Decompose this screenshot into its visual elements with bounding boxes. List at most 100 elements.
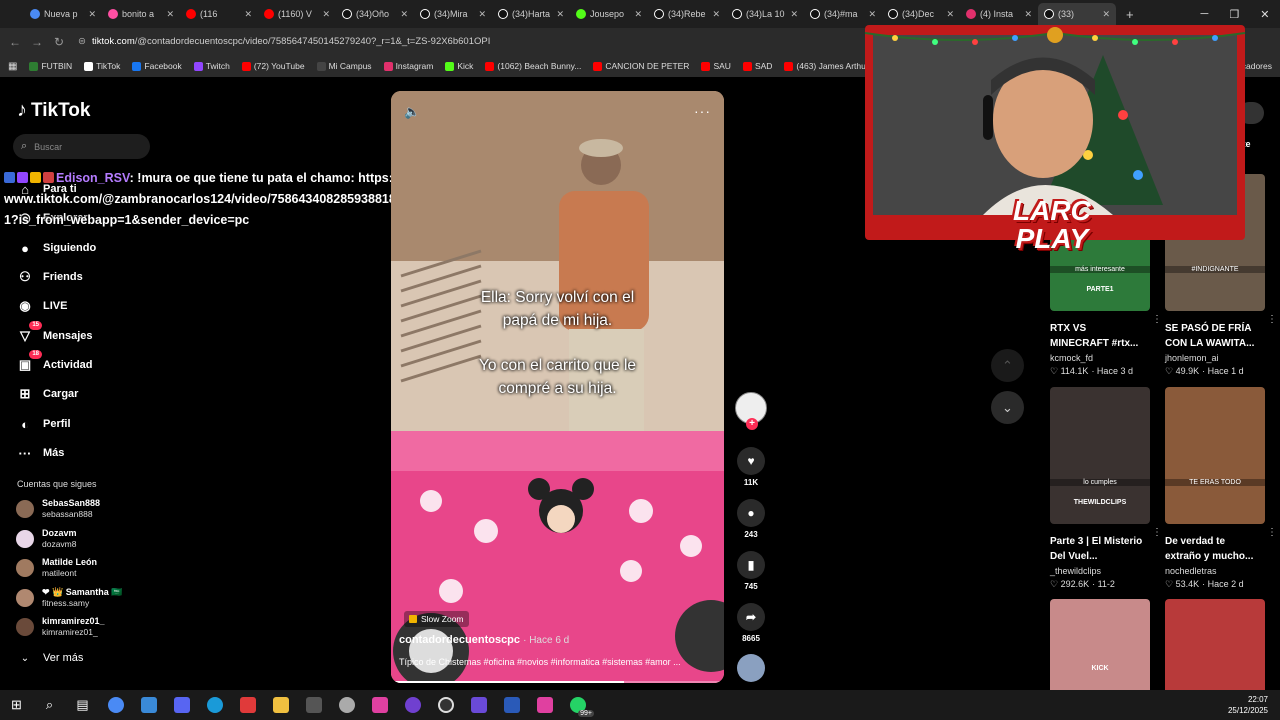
sidebar-item-perfil[interactable]: ◐ Perfil xyxy=(16,415,70,433)
card-more-icon[interactable]: ⋮ xyxy=(1152,314,1162,325)
browser-tab[interactable]: (4) Insta ✕ xyxy=(960,3,1038,25)
sidebar-item-ms[interactable]: ··· Más xyxy=(16,444,65,462)
browser-tab[interactable]: Jousepo ✕ xyxy=(570,3,648,25)
video-card-author[interactable]: jhonlemon_ai xyxy=(1165,353,1269,363)
back-icon[interactable]: ← xyxy=(4,35,26,49)
browser-tab[interactable]: Nueva p ✕ xyxy=(24,3,102,25)
tab-close-icon[interactable]: ✕ xyxy=(868,9,876,20)
tab-close-icon[interactable]: ✕ xyxy=(556,9,564,20)
word-icon[interactable] xyxy=(495,690,528,720)
app-icon[interactable] xyxy=(330,690,363,720)
app-icon[interactable] xyxy=(462,690,495,720)
apps-grid-icon[interactable]: ▦ xyxy=(8,61,17,72)
tab-close-icon[interactable]: ✕ xyxy=(1102,9,1110,20)
sidebar-item-live[interactable]: ◉ LIVE xyxy=(16,297,67,315)
tab-close-icon[interactable]: ✕ xyxy=(634,9,642,20)
chrome-icon[interactable] xyxy=(99,690,132,720)
video-author[interactable]: contadordecuentoscpc · Hace 6 d xyxy=(399,634,569,646)
save-button[interactable]: ▮ 745 xyxy=(733,551,769,591)
video-card-author[interactable]: _thewildclips xyxy=(1050,566,1154,576)
video-card-title[interactable]: RTX VS MINECRAFT #rtx... xyxy=(1050,321,1144,351)
app-icon[interactable] xyxy=(297,690,330,720)
browser-tab[interactable]: (34)Harta ✕ xyxy=(492,3,570,25)
see-more-button[interactable]: ⌄ Ver más xyxy=(16,649,84,667)
browser-tab[interactable]: (34)Dec ✕ xyxy=(882,3,960,25)
browser-tab[interactable]: bonito a ✕ xyxy=(102,3,180,25)
video-progress[interactable] xyxy=(391,681,724,683)
sidebar-item-siguiendo[interactable]: ● Siguiendo xyxy=(16,239,96,257)
browser-tab[interactable]: (34)Rebe ✕ xyxy=(648,3,726,25)
tab-close-icon[interactable]: ✕ xyxy=(400,9,408,20)
taskbar-search-icon[interactable]: ⌕ xyxy=(33,690,66,720)
store-icon[interactable] xyxy=(132,690,165,720)
search-input[interactable]: ⌕ Buscar xyxy=(13,134,150,159)
app-icon[interactable] xyxy=(528,690,561,720)
browser-tab[interactable]: (33) ✕ xyxy=(1038,3,1116,25)
sidebar-item-mensajes[interactable]: ▽ 15 Mensajes xyxy=(16,321,93,345)
tab-close-icon[interactable]: ✕ xyxy=(946,9,954,20)
edge-icon[interactable] xyxy=(198,690,231,720)
browser-tab[interactable]: (34)La 10 ✕ xyxy=(726,3,804,25)
file-explorer-icon[interactable] xyxy=(264,690,297,720)
following-account[interactable]: SebasSan888 sebassan888 xyxy=(16,498,100,520)
video-card-title[interactable]: Parte 3 | El Misterio Del Vuel... xyxy=(1050,534,1144,564)
comment-button[interactable]: ● 243 xyxy=(733,499,769,539)
sound-disc[interactable] xyxy=(733,654,769,682)
video-thumbnail[interactable]: TE ERAS TODO xyxy=(1165,387,1265,524)
video-card[interactable]: TE ERAS TODO De verdad te extraño y mucho… xyxy=(1165,387,1277,590)
tiktok-logo[interactable]: ♪ TikTok xyxy=(17,99,90,122)
bookmark-item[interactable]: FUTBIN xyxy=(29,61,72,71)
tab-close-icon[interactable]: ✕ xyxy=(478,9,486,20)
close-window-icon[interactable]: ✕ xyxy=(1260,8,1269,21)
bookmark-item[interactable]: SAU xyxy=(701,61,731,71)
following-account[interactable]: Matilde León matileont xyxy=(16,557,97,579)
video-card-author[interactable]: nochedletras xyxy=(1165,566,1269,576)
like-button[interactable]: ♥ 11K xyxy=(733,447,769,487)
app-icon[interactable] xyxy=(396,690,429,720)
bookmark-item[interactable]: Twitch xyxy=(193,61,230,71)
bookmark-item[interactable]: (1062) Beach Bunny... xyxy=(485,61,581,71)
tab-close-icon[interactable]: ✕ xyxy=(88,9,96,20)
share-button[interactable]: ➦ 8665 xyxy=(733,603,769,643)
app-icon[interactable] xyxy=(363,690,396,720)
tab-close-icon[interactable]: ✕ xyxy=(322,9,330,20)
minimize-icon[interactable]: ─ xyxy=(1201,8,1209,20)
browser-tab[interactable]: (34)#ma ✕ xyxy=(804,3,882,25)
video-player[interactable]: 🔈 ··· Ella: Sorry volví con el papá de m… xyxy=(391,91,724,683)
url-field[interactable]: ⊜ tiktok.com/@contadordecuentoscpc/video… xyxy=(78,32,578,52)
tab-close-icon[interactable]: ✕ xyxy=(244,9,252,20)
card-more-icon[interactable]: ⋮ xyxy=(1152,527,1162,538)
app-red-icon[interactable] xyxy=(231,690,264,720)
video-card[interactable]: lo cumples THEWILDCLIPS Parte 3 | El Miste… xyxy=(1050,387,1162,590)
bookmark-item[interactable]: Mi Campus xyxy=(316,61,372,71)
card-more-icon[interactable]: ⋮ xyxy=(1267,314,1277,325)
bookmark-item[interactable]: CANCION DE PETER xyxy=(593,61,689,71)
forward-icon[interactable]: → xyxy=(26,35,48,49)
bookmark-item[interactable]: Kick xyxy=(445,61,473,71)
effect-tag[interactable]: Slow Zoom xyxy=(404,611,469,627)
follow-plus-icon[interactable]: + xyxy=(746,418,758,430)
next-video-button[interactable]: ⌄ xyxy=(991,391,1024,424)
discord-icon[interactable] xyxy=(165,690,198,720)
video-card-author[interactable]: kcmock_fd xyxy=(1050,353,1154,363)
system-clock[interactable]: 22:07 25/12/2025 xyxy=(1228,694,1268,716)
bookmark-item[interactable]: Facebook xyxy=(132,61,182,71)
site-info-icon[interactable]: ⊜ xyxy=(78,36,86,47)
bookmark-item[interactable]: TikTok xyxy=(84,61,120,71)
card-more-icon[interactable]: ⋮ xyxy=(1267,527,1277,538)
video-card-title[interactable]: SE PASÓ DE FRÍA CON LA WAWITA... xyxy=(1165,321,1259,351)
creator-avatar[interactable]: + xyxy=(733,392,769,430)
new-tab-button[interactable]: + xyxy=(1126,7,1134,22)
browser-tab[interactable]: (34)Oño ✕ xyxy=(336,3,414,25)
browser-tab[interactable]: (34)Mira ✕ xyxy=(414,3,492,25)
volume-icon[interactable]: 🔈 xyxy=(404,104,420,120)
tab-close-icon[interactable]: ✕ xyxy=(712,9,720,20)
sidebar-item-actividad[interactable]: ▣ 18 Actividad xyxy=(16,350,93,374)
start-icon[interactable]: ⊞ xyxy=(0,690,33,720)
video-card-title[interactable]: De verdad te extraño y mucho... xyxy=(1165,534,1259,564)
video-more-icon[interactable]: ··· xyxy=(694,103,711,119)
sidebar-item-cargar[interactable]: ⊞ Cargar xyxy=(16,385,79,403)
bookmark-item[interactable]: SAD xyxy=(742,61,772,71)
whatsapp-icon[interactable]: 99+ xyxy=(561,690,594,720)
video-thumbnail[interactable]: lo cumples THEWILDCLIPS xyxy=(1050,387,1150,524)
